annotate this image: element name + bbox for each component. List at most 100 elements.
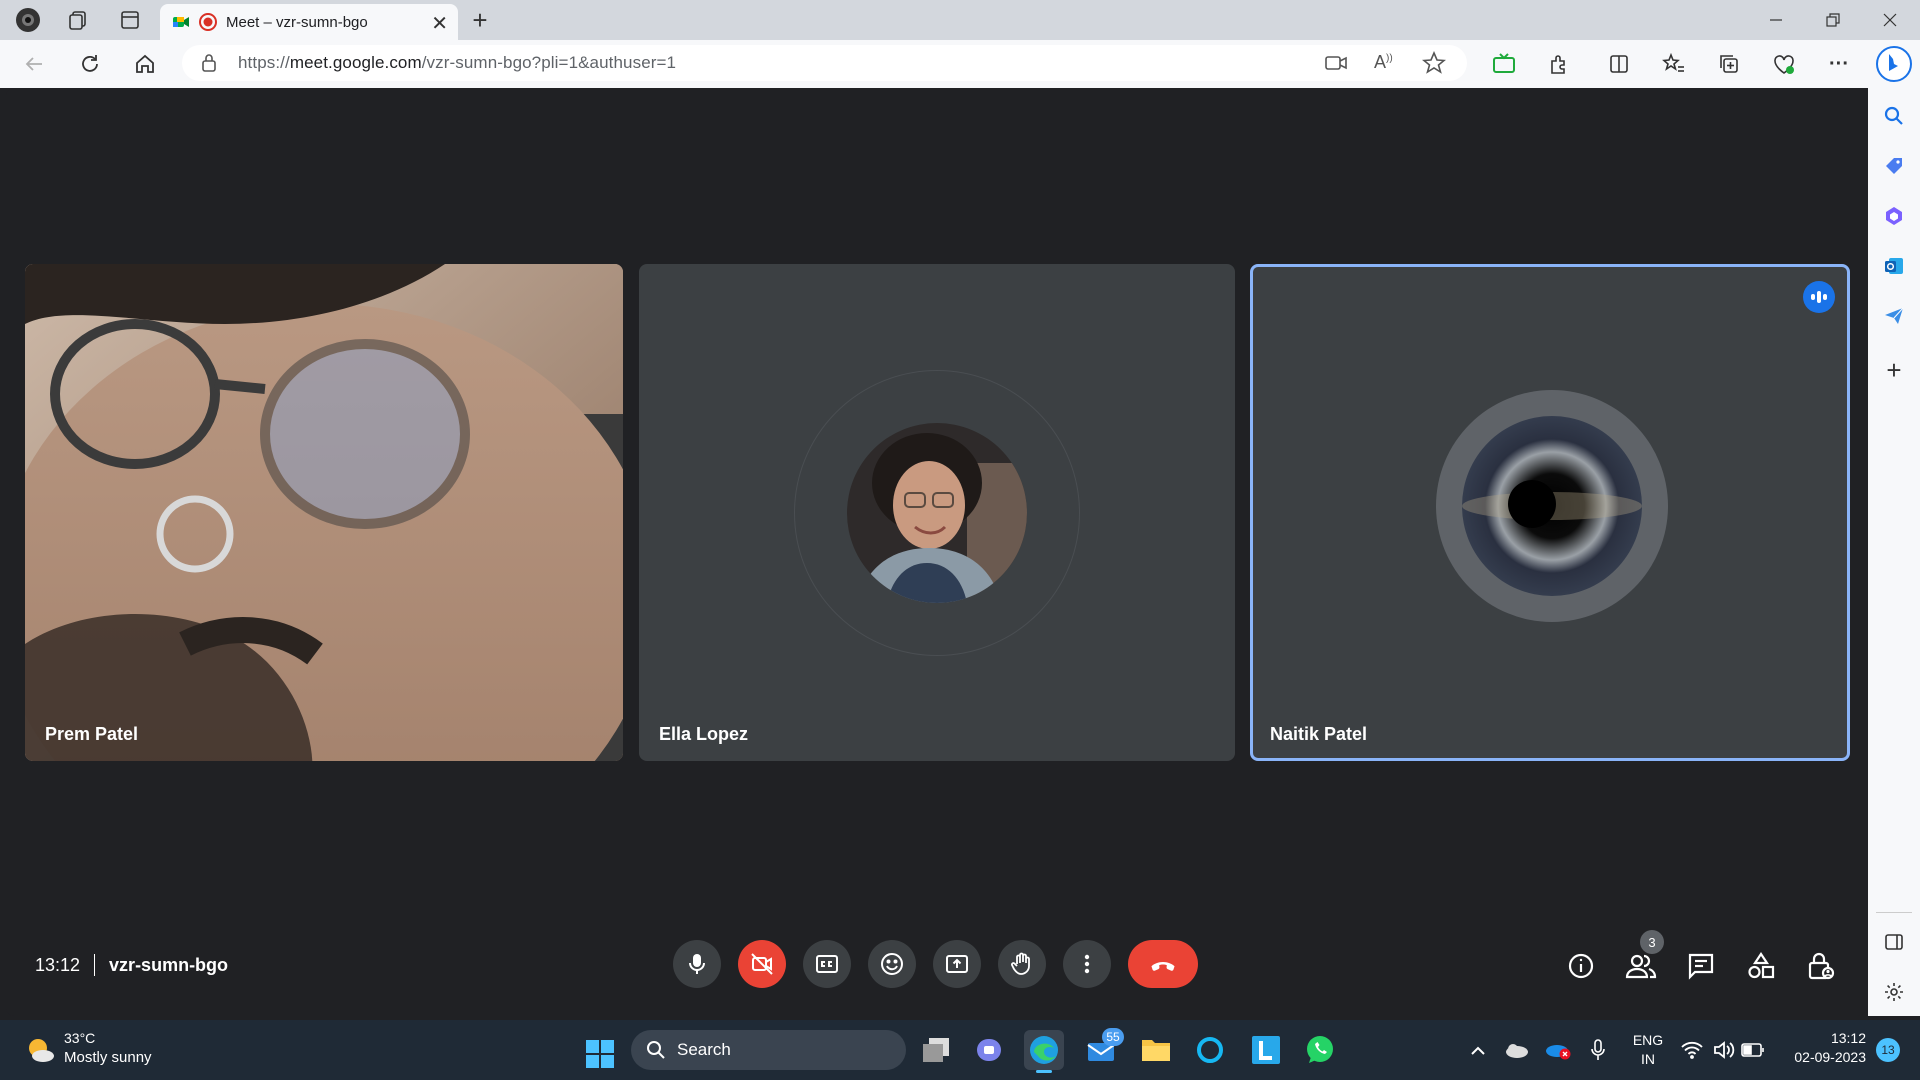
minimize-icon[interactable] [1760,4,1792,36]
emoji-icon [881,953,903,975]
more-options-button[interactable] [1063,940,1111,988]
more-vert-icon [1084,954,1090,974]
sidebar-search-icon[interactable] [1878,100,1910,132]
file-explorer-icon[interactable] [1136,1030,1176,1070]
read-aloud-icon[interactable]: A)) [1374,52,1393,73]
refresh-icon[interactable] [74,48,106,80]
bing-copilot-icon[interactable] [1874,44,1914,84]
sun-cloud-icon [29,1039,54,1062]
onedrive-error-icon[interactable] [1538,1030,1578,1070]
camera-permission-icon[interactable] [1324,52,1348,79]
taskbar-search[interactable]: Search [631,1030,906,1070]
participant-tile[interactable]: Ella Lopez [639,264,1235,761]
tab-meet[interactable]: Meet – vzr-sumn-bgo ✕ [160,4,458,40]
tab-title: Meet – vzr-sumn-bgo [226,13,368,31]
windows-logo-icon [586,1040,614,1068]
sidebar-drop-icon[interactable] [1878,300,1910,332]
extensions-icon[interactable] [1543,48,1575,80]
home-icon[interactable] [129,48,161,80]
people-count-badge: 3 [1640,930,1664,954]
favorite-star-icon[interactable] [1421,50,1447,80]
more-options-icon[interactable]: ··· [1823,48,1855,80]
hide-sidebar-icon[interactable] [1878,926,1910,958]
sidebar-outlook-icon[interactable] [1878,250,1910,282]
meet-stage: Prem Patel Ella Lopez Naitik Patel 13:12… [6,88,1866,1016]
close-window-icon[interactable] [1874,4,1906,36]
battery-icon[interactable] [1733,1030,1773,1070]
participant-tile-video[interactable]: Prem Patel [25,264,623,761]
microphone-button[interactable] [673,940,721,988]
vertical-tabs-icon[interactable] [114,4,146,36]
present-screen-icon [946,955,968,973]
search-label: Search [677,1040,731,1059]
host-controls-button[interactable] [1801,946,1841,986]
people-button[interactable]: 3 [1621,930,1664,986]
sidebar-settings-icon[interactable] [1878,976,1910,1008]
back-icon[interactable] [18,48,50,80]
camera-off-button[interactable] [738,940,786,988]
collections-icon[interactable] [1713,48,1745,80]
lock-icon[interactable] [200,53,218,78]
workspaces-icon[interactable] [62,4,94,36]
meeting-clock: 13:12 [35,954,81,975]
edge-taskbar-icon[interactable] [1024,1030,1064,1073]
participant-name: Naitik Patel [1270,724,1368,744]
activities-button[interactable] [1741,946,1781,986]
clock-time: 13:12 [1830,1030,1866,1046]
task-view-icon[interactable] [916,1030,956,1070]
whatsapp-icon[interactable] [1300,1030,1340,1070]
start-button[interactable] [580,1034,620,1074]
captions-icon [816,955,838,973]
avatar [1462,416,1642,596]
chat-button[interactable] [1681,946,1721,986]
chat-icon [1688,953,1714,980]
browser-tab-bar: Meet – vzr-sumn-bgo ✕ + [0,0,1920,40]
hang-up-icon [1151,961,1175,971]
restore-icon[interactable] [1817,4,1849,36]
language-indicator[interactable]: ENG IN [1628,1032,1668,1067]
teams-chat-icon[interactable] [970,1030,1010,1070]
sidebar-divider [1876,912,1912,913]
onedrive-icon[interactable] [1496,1030,1536,1070]
url-text[interactable]: https://meet.google.com/vzr-sumn-bgo?pli… [238,53,676,73]
lang-line-2: IN [1641,1051,1655,1067]
new-tab-icon[interactable]: + [464,4,496,36]
participant-name: Ella Lopez [659,724,749,744]
favorites-icon[interactable] [1658,48,1690,80]
microphone-tray-icon[interactable] [1578,1030,1618,1070]
camera-off-icon [751,953,773,975]
browser-essentials-icon[interactable] [1768,48,1800,80]
recording-icon [199,13,217,31]
search-icon [647,1041,665,1059]
close-tab-icon[interactable]: ✕ [431,11,448,36]
weather-desc: Mostly sunny [64,1049,152,1066]
raise-hand-button[interactable] [998,940,1046,988]
split-screen-icon[interactable] [1603,48,1635,80]
reactions-button[interactable] [868,940,916,988]
clock-date: 02-09-2023 [1794,1049,1866,1065]
sidebar-shopping-icon[interactable] [1878,150,1910,182]
mail-icon[interactable]: 55 [1082,1028,1124,1070]
participant-name: Prem Patel [45,724,139,744]
notification-badge[interactable]: 13 [1876,1038,1900,1062]
meeting-info: 13:12 vzr-sumn-bgo [35,954,228,976]
l-app-icon[interactable] [1246,1030,1286,1070]
present-screen-button[interactable] [933,940,981,988]
weather-widget[interactable]: 33°C Mostly sunny [24,1030,152,1071]
cortana-icon[interactable] [1190,1030,1230,1070]
sidebar-office-icon[interactable] [1878,200,1910,232]
show-hidden-icons-icon[interactable] [1458,1030,1498,1070]
participant-tile-active-speaker[interactable]: Naitik Patel [1250,264,1850,761]
captions-button[interactable] [803,940,851,988]
meeting-details-button[interactable] [1561,946,1601,986]
tv-extension-icon[interactable] [1488,48,1520,80]
browser-sidebar: + [1868,88,1920,1016]
profile-avatar-icon[interactable] [12,4,44,36]
speaking-indicator-icon [1803,281,1835,313]
people-icon [1625,954,1657,979]
meet-favicon-icon [173,17,189,27]
leave-call-button[interactable] [1128,940,1198,988]
sidebar-add-icon[interactable]: + [1878,354,1910,386]
clock[interactable]: 13:12 02-09-2023 [1774,1030,1872,1065]
address-bar[interactable]: https://meet.google.com/vzr-sumn-bgo?pli… [182,45,1467,81]
